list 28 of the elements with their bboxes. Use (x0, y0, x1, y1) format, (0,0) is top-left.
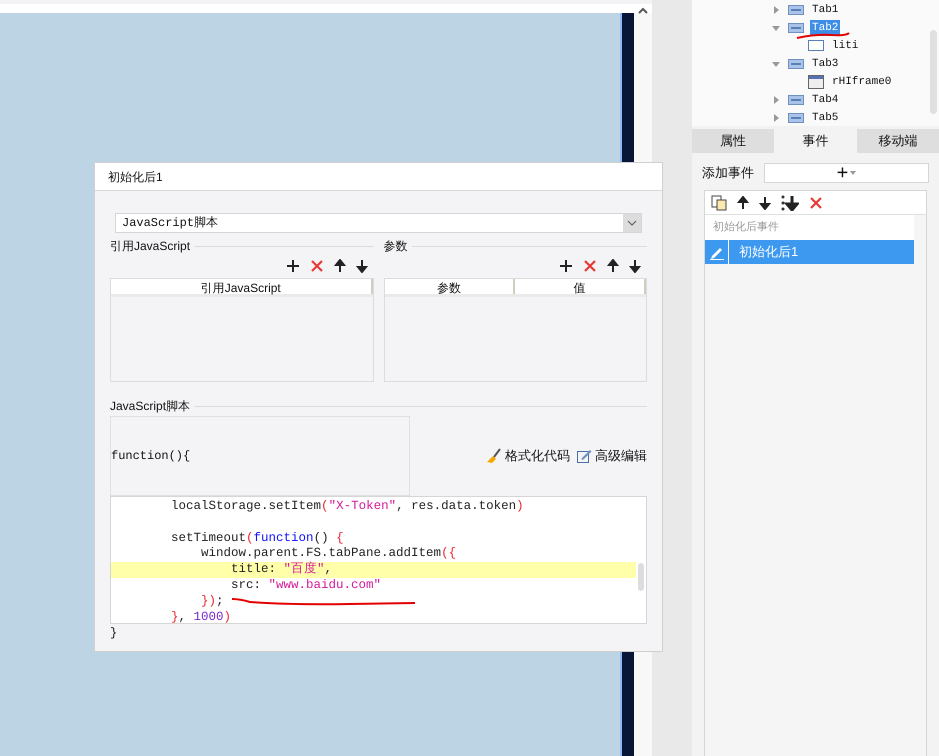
event-group-label: 初始化后事件 (712, 220, 780, 236)
function-header: function(){ (111, 448, 190, 465)
tree-item[interactable]: Tab5 (810, 110, 840, 126)
tree-item[interactable]: Tab3 (810, 56, 840, 72)
tree-item[interactable]: Tab1 (810, 2, 840, 18)
section-title: JavaScript脚本 (110, 398, 190, 415)
code-line: localStorage.setItem("X-Token", res.data.token) (170, 499, 524, 515)
column-header[interactable]: 参数 (384, 279, 516, 294)
code-line: }); (200, 594, 224, 610)
code-line: src: "www.baidu.com" (230, 578, 382, 594)
code-editor[interactable]: localStorage.setItem("X-Token", res.data.token) setTimeout(function() { window.parent.FS.tabPane.addItem({ title: "百度", src: "www.baidu.com" }); }, 1000) (110, 496, 647, 624)
format-code-button[interactable]: 格式化代码 (486, 446, 570, 466)
tree-item[interactable]: rHIframe0 (830, 74, 894, 90)
tree-item[interactable]: liti (830, 38, 860, 54)
code-line: }, 1000) (170, 610, 232, 626)
add-event-label: 添加事件 (702, 164, 754, 182)
section-title: 参数 (384, 238, 408, 255)
type-select[interactable]: JavaScript脚本 (115, 213, 642, 233)
code-line: window.parent.FS.tabPane.addItem({ (200, 546, 456, 562)
panel-tab[interactable]: 事件 (774, 129, 857, 153)
function-footer: } (110, 624, 118, 642)
section-title: 引用JavaScript (110, 238, 190, 255)
code-line: setTimeout(function() { (170, 530, 344, 546)
tree-item[interactable]: Tab4 (810, 92, 840, 108)
add-event-button[interactable]: + (764, 163, 929, 183)
dialog-title: 初始化后1 (108, 168, 163, 186)
column-header[interactable]: 值 (515, 279, 646, 294)
advanced-edit-button[interactable]: 高级编辑 (576, 446, 647, 466)
